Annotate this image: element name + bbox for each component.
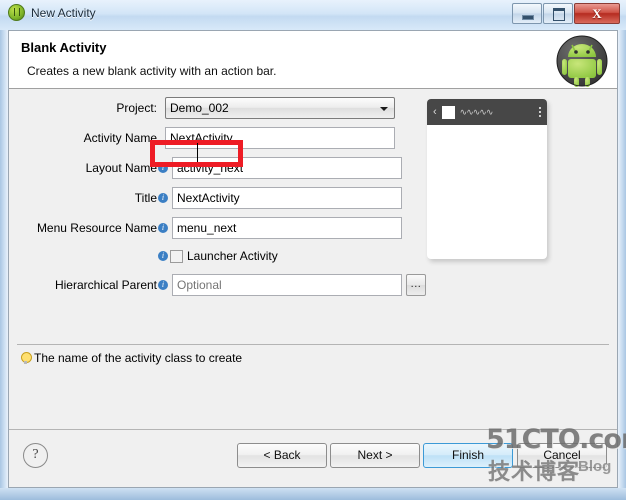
- android-robot-icon: [556, 35, 608, 87]
- project-value: Demo_002: [170, 101, 229, 115]
- android-circle-icon: [8, 4, 25, 21]
- info-icon-hierarchical-parent[interactable]: i: [158, 280, 168, 290]
- form-row-layout-name: Layout Name i: [9, 155, 402, 181]
- form-row-title: Title i: [9, 185, 402, 211]
- window-title: New Activity: [31, 5, 96, 20]
- hint-text: The name of the activity class to create: [34, 351, 243, 365]
- title-bar[interactable]: New Activity X: [0, 0, 626, 30]
- launcher-activity-label: Launcher Activity: [187, 249, 278, 263]
- minimize-icon: [522, 15, 534, 20]
- preview-title-placeholder: ∿∿∿∿∿: [459, 106, 494, 117]
- window-frame-bottom: [0, 488, 626, 500]
- label-activity-name: Activity Name: [83, 131, 157, 145]
- cancel-button[interactable]: Cancel: [517, 443, 607, 468]
- hint-separator: [17, 344, 609, 345]
- title-input[interactable]: [172, 187, 402, 209]
- label-hierarchical-parent: Hierarchical Parent: [54, 278, 157, 292]
- page-description: Creates a new blank activity with an act…: [27, 64, 277, 78]
- form-row-project: Project: Demo_002: [9, 95, 395, 121]
- finish-button[interactable]: Finish: [423, 443, 513, 468]
- info-icon-launcher-activity[interactable]: i: [158, 251, 168, 261]
- next-button[interactable]: Next >: [330, 443, 420, 468]
- text-caret: [197, 143, 198, 162]
- menu-resource-name-input[interactable]: [172, 217, 402, 239]
- form-row-menu-resource-name: Menu Resource Name i: [9, 215, 402, 241]
- window-frame-right: [618, 0, 626, 492]
- back-arrow-icon: ‹: [433, 105, 437, 118]
- close-icon: X: [592, 6, 602, 21]
- overflow-menu-icon: [539, 107, 541, 117]
- preview-device: ‹ ∿∿∿∿∿: [427, 99, 547, 259]
- label-menu-resource-name: Menu Resource Name: [36, 221, 157, 235]
- preview-action-bar: ‹ ∿∿∿∿∿: [427, 99, 547, 125]
- restore-icon: [553, 8, 565, 21]
- new-activity-dialog: New Activity X Blank Activity Creates a …: [0, 0, 626, 500]
- maximize-button[interactable]: [543, 3, 573, 24]
- layout-name-input[interactable]: [172, 157, 402, 179]
- minimize-button[interactable]: [512, 3, 542, 24]
- hint-area: The name of the activity class to create: [21, 351, 242, 365]
- launcher-activity-checkbox[interactable]: [170, 249, 183, 263]
- info-icon-menu-resource-name[interactable]: i: [158, 223, 168, 233]
- hierarchical-parent-input[interactable]: [172, 274, 402, 296]
- window-controls: X: [512, 3, 620, 24]
- back-button[interactable]: < Back: [237, 443, 327, 468]
- hierarchical-parent-browse-button[interactable]: ...: [406, 274, 426, 296]
- help-button[interactable]: ?: [23, 443, 48, 468]
- project-combobox[interactable]: Demo_002: [165, 97, 395, 119]
- close-button[interactable]: X: [574, 3, 620, 24]
- label-project: Project:: [116, 101, 157, 115]
- activity-preview: ‹ ∿∿∿∿∿: [427, 99, 547, 259]
- info-icon-title[interactable]: i: [158, 193, 168, 203]
- window-frame-left: [0, 0, 8, 492]
- page-title: Blank Activity: [21, 40, 107, 55]
- wizard-header: Blank Activity Creates a new blank activ…: [9, 31, 617, 89]
- dialog-footer: ? < Back Next > Finish Cancel: [9, 430, 617, 488]
- label-layout-name: Layout Name: [85, 161, 157, 175]
- form-row-launcher-activity: i Launcher Activity: [9, 243, 278, 269]
- app-icon: [441, 105, 455, 119]
- wizard-body: Project: Demo_002 Activity Name Layout N…: [9, 89, 617, 329]
- form-row-hierarchical-parent: Hierarchical Parent i ...: [9, 272, 426, 298]
- activity-name-input[interactable]: [165, 127, 395, 149]
- info-icon-layout-name[interactable]: i: [158, 163, 168, 173]
- lightbulb-icon: [21, 352, 32, 364]
- label-title: Title: [134, 191, 157, 205]
- chevron-down-icon: [380, 107, 388, 111]
- form-row-activity-name: Activity Name: [9, 125, 395, 151]
- dialog-client-area: Blank Activity Creates a new blank activ…: [8, 30, 618, 488]
- title-bar-left: New Activity: [8, 4, 96, 21]
